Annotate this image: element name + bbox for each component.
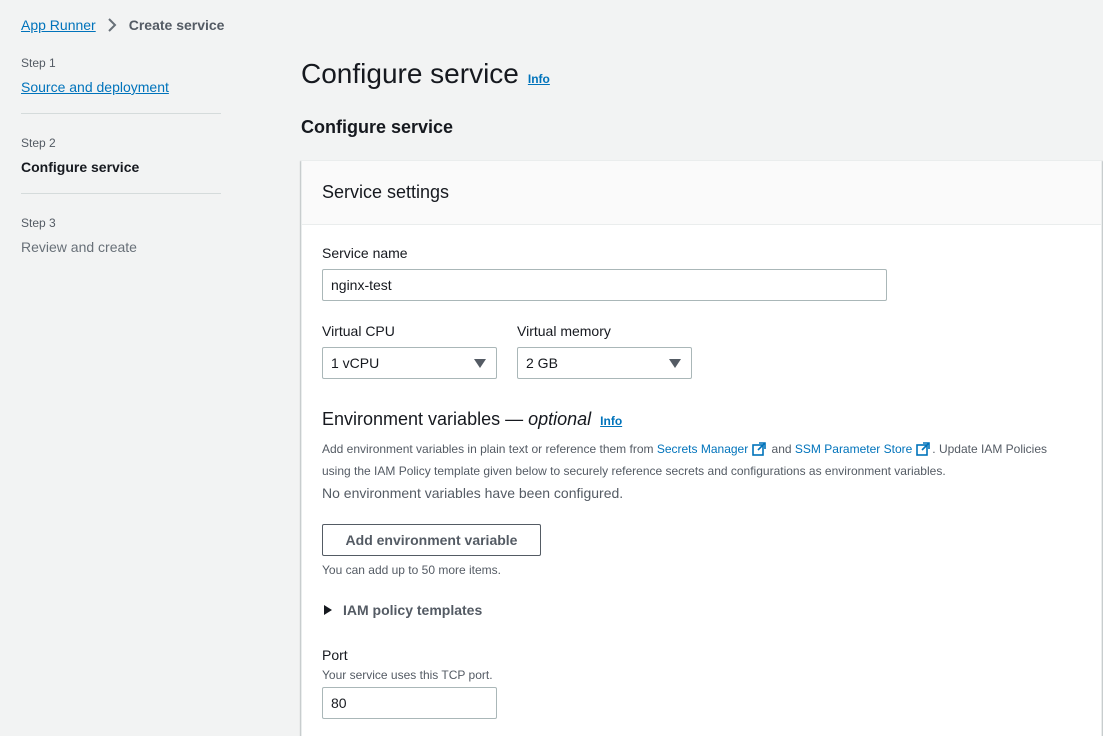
caret-down-icon xyxy=(669,359,681,368)
port-label: Port xyxy=(322,647,348,663)
vcpu-value: 1 vCPU xyxy=(331,355,380,371)
memory-select[interactable]: 2 GB xyxy=(517,347,692,379)
port-input[interactable]: 80 xyxy=(322,687,497,719)
step-label-review-and-create: Review and create xyxy=(21,239,137,255)
port-description: Your service uses this TCP port. xyxy=(322,668,493,682)
step-1: Step 1 Source and deployment xyxy=(21,55,221,114)
env-vars-description: Add environment variables in plain text … xyxy=(322,438,1062,482)
step-link-source-and-deployment[interactable]: Source and deployment xyxy=(21,79,169,95)
vcpu-field: Virtual CPU 1 vCPU xyxy=(322,322,497,379)
iam-policy-templates-label: IAM policy templates xyxy=(343,602,483,618)
breadcrumb-app-runner[interactable]: App Runner xyxy=(21,17,96,33)
service-settings-container: Service settings Service name nginx-test… xyxy=(301,160,1102,736)
breadcrumb-current: Create service xyxy=(128,17,225,33)
service-settings-body: Service name nginx-test Virtual CPU 1 vC… xyxy=(302,225,1101,736)
service-name-input[interactable]: nginx-test xyxy=(322,269,887,301)
chevron-right-icon xyxy=(107,18,117,32)
env-vars-heading: Environment variables — optional Info xyxy=(322,408,1081,432)
wizard-steps: Step 1 Source and deployment Step 2 Conf… xyxy=(21,55,221,294)
env-vars-empty-text: No environment variables have been confi… xyxy=(322,485,624,501)
service-name-label: Service name xyxy=(322,245,408,261)
step-number: Step 2 xyxy=(21,136,56,150)
page-header: Configure service Info xyxy=(301,56,1102,92)
secrets-manager-link[interactable]: Secrets Manager xyxy=(657,442,748,456)
ssm-parameter-store-link[interactable]: SSM Parameter Store xyxy=(795,442,912,456)
caret-down-icon xyxy=(474,359,486,368)
page-title: Configure service xyxy=(301,58,519,89)
compute-row: Virtual CPU 1 vCPU Virtual memory 2 GB xyxy=(322,322,1081,379)
caret-right-icon xyxy=(324,605,332,615)
env-vars-title: Environment variables — xyxy=(322,409,524,429)
service-settings-header: Service settings xyxy=(302,161,1101,225)
step-label-configure-service: Configure service xyxy=(21,159,140,175)
app-runner-create-service-page: App Runner Create service Step 1 Source … xyxy=(0,0,1103,736)
memory-value: 2 GB xyxy=(526,355,558,371)
main-content: Configure service Info Configure service… xyxy=(301,56,1102,736)
memory-label: Virtual memory xyxy=(517,323,611,339)
memory-field: Virtual memory 2 GB xyxy=(517,322,692,379)
section-title: Configure service xyxy=(301,117,454,137)
step-number: Step 3 xyxy=(21,216,56,230)
env-desc-and: and xyxy=(768,442,795,456)
env-vars-limit-hint: You can add up to 50 more items. xyxy=(322,563,502,577)
page-info-link[interactable]: Info xyxy=(528,72,550,86)
step-3: Step 3 Review and create xyxy=(21,215,221,273)
vcpu-select[interactable]: 1 vCPU xyxy=(322,347,497,379)
iam-policy-templates-expander[interactable]: IAM policy templates xyxy=(322,602,1081,618)
env-desc-text-1: Add environment variables in plain text … xyxy=(322,442,657,456)
add-environment-variable-button[interactable]: Add environment variable xyxy=(322,524,541,556)
env-vars-optional: optional xyxy=(528,409,592,429)
step-2: Step 2 Configure service xyxy=(21,135,221,194)
external-link-icon xyxy=(916,441,931,456)
vcpu-label: Virtual CPU xyxy=(322,323,395,339)
env-vars-info-link[interactable]: Info xyxy=(600,410,622,432)
breadcrumb: App Runner Create service xyxy=(21,16,224,34)
step-number: Step 1 xyxy=(21,56,56,70)
external-link-icon xyxy=(752,441,767,456)
